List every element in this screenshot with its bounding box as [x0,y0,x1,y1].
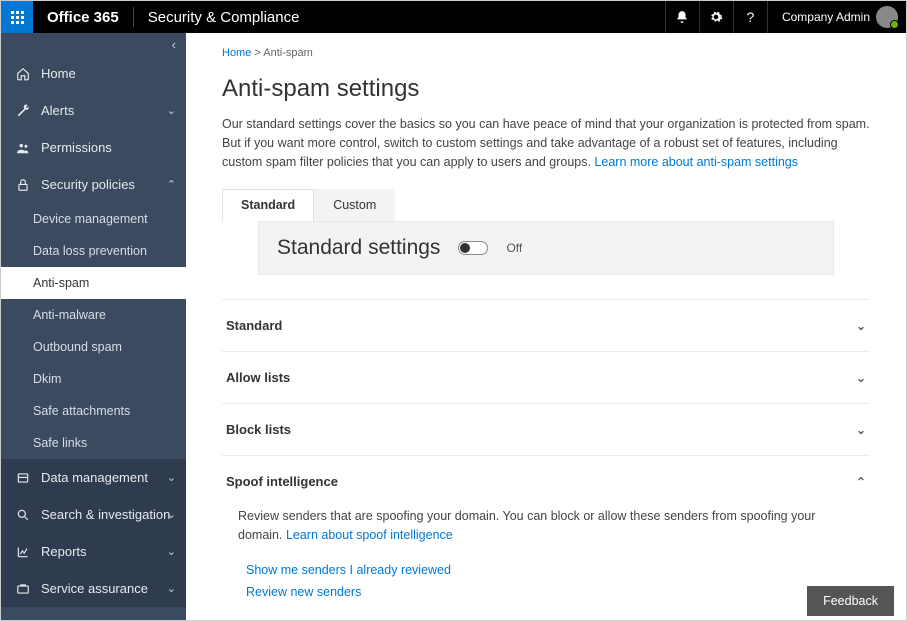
page-title: Anti-spam settings [186,67,906,115]
service-icon [15,582,31,596]
app-launcher-icon[interactable] [1,1,33,33]
home-icon [15,67,31,81]
accordion-allow-lists[interactable]: Allow lists ⌄ [222,352,870,403]
chevron-down-icon: ⌄ [167,582,176,595]
sidebar-item-reports[interactable]: Reports ⌄ [1,533,186,570]
chevron-up-icon: ⌃ [856,475,866,489]
lock-icon [15,178,31,192]
sidebar-sub-device-management[interactable]: Device management [1,203,186,235]
chevron-down-icon: ⌄ [167,508,176,521]
brand-label: Office 365 [33,9,133,26]
spoof-body: Review senders that are spoofing your do… [222,507,870,620]
tabs: Standard Custom [222,189,870,221]
sidebar-sub-dlp[interactable]: Data loss prevention [1,235,186,267]
accordion-spoof-intelligence[interactable]: Spoof intelligence ⌃ [222,456,870,507]
sidebar-label: Alerts [41,103,74,118]
tab-standard[interactable]: Standard [222,189,314,221]
sidebar-label: Service assurance [41,581,148,596]
accordion: Standard ⌄ Allow lists ⌄ Block lists ⌄ S… [222,299,870,620]
sidebar-sub-outbound-spam[interactable]: Outbound spam [1,331,186,363]
sidebar-sub-dkim[interactable]: Dkim [1,363,186,395]
chevron-down-icon: ⌄ [856,319,866,333]
breadcrumb: Home > Anti-spam [186,33,906,67]
sidebar-item-service-assurance[interactable]: Service assurance ⌄ [1,570,186,607]
sidebar-item-alerts[interactable]: Alerts ⌄ [1,92,186,129]
people-icon [15,141,31,155]
feedback-button[interactable]: Feedback [807,586,894,616]
review-new-senders-link[interactable]: Review new senders [238,581,854,603]
avatar [876,6,898,28]
search-icon [15,508,31,522]
sidebar-item-search-investigation[interactable]: Search & investigation ⌄ [1,496,186,533]
sidebar-label: Security policies [41,177,135,192]
chevron-left-icon: ‹ [172,37,176,52]
show-reviewed-senders-link[interactable]: Show me senders I already reviewed [238,559,854,581]
accordion-block-lists[interactable]: Block lists ⌄ [222,404,870,455]
chart-icon [15,545,31,559]
app-title: Security & Compliance [134,9,314,26]
sidebar-label: Permissions [41,140,112,155]
chevron-down-icon: ⌄ [856,423,866,437]
sidebar-label: Home [41,66,76,81]
accordion-title: Block lists [226,422,291,437]
standard-settings-band: Standard settings Off [258,221,834,275]
sidebar-item-security-policies[interactable]: Security policies ⌃ [1,166,186,203]
breadcrumb-current: Anti-spam [263,47,313,59]
sidebar-label: Reports [41,544,87,559]
chevron-down-icon: ⌄ [167,104,176,117]
chevron-up-icon: ⌃ [167,178,176,191]
breadcrumb-home-link[interactable]: Home [222,47,251,59]
accordion-title: Allow lists [226,370,290,385]
chevron-down-icon: ⌄ [167,471,176,484]
tab-custom[interactable]: Custom [314,189,395,221]
user-name-label: Company Admin [782,10,870,24]
band-title: Standard settings [277,236,440,260]
toggle-state-label: Off [506,241,522,255]
main-content: Home > Anti-spam Anti-spam settings Our … [186,33,906,620]
sidebar-sub-safe-links[interactable]: Safe links [1,427,186,459]
gear-icon[interactable] [699,1,733,33]
sidebar: ‹ Home Alerts ⌄ Permissions [1,33,186,620]
database-icon [15,471,31,485]
sidebar-item-permissions[interactable]: Permissions [1,129,186,166]
accordion-title: Spoof intelligence [226,474,338,489]
sidebar-item-data-management[interactable]: Data management ⌄ [1,459,186,496]
help-icon[interactable]: ? [733,1,767,33]
learn-spoof-link[interactable]: Learn about spoof intelligence [286,528,453,542]
sidebar-sub-safe-attachments[interactable]: Safe attachments [1,395,186,427]
sidebar-label: Search & investigation [41,507,170,522]
accordion-standard[interactable]: Standard ⌄ [222,300,870,351]
learn-more-link[interactable]: Learn more about anti-spam settings [594,155,798,169]
wrench-icon [15,104,31,118]
top-bar: Office 365 Security & Compliance ? Compa… [1,1,906,33]
accordion-title: Standard [226,318,282,333]
standard-settings-toggle[interactable] [458,241,488,255]
sidebar-item-home[interactable]: Home [1,55,186,92]
chevron-down-icon: ⌄ [167,545,176,558]
page-description: Our standard settings cover the basics s… [186,115,906,189]
breadcrumb-sep: > [254,47,260,59]
sidebar-sub-anti-malware[interactable]: Anti-malware [1,299,186,331]
chevron-down-icon: ⌄ [856,371,866,385]
sidebar-collapse[interactable]: ‹ [1,33,186,55]
sidebar-sub-anti-spam[interactable]: Anti-spam [1,267,186,299]
sidebar-label: Data management [41,470,148,485]
bell-icon[interactable] [665,1,699,33]
user-menu[interactable]: Company Admin [767,1,906,33]
